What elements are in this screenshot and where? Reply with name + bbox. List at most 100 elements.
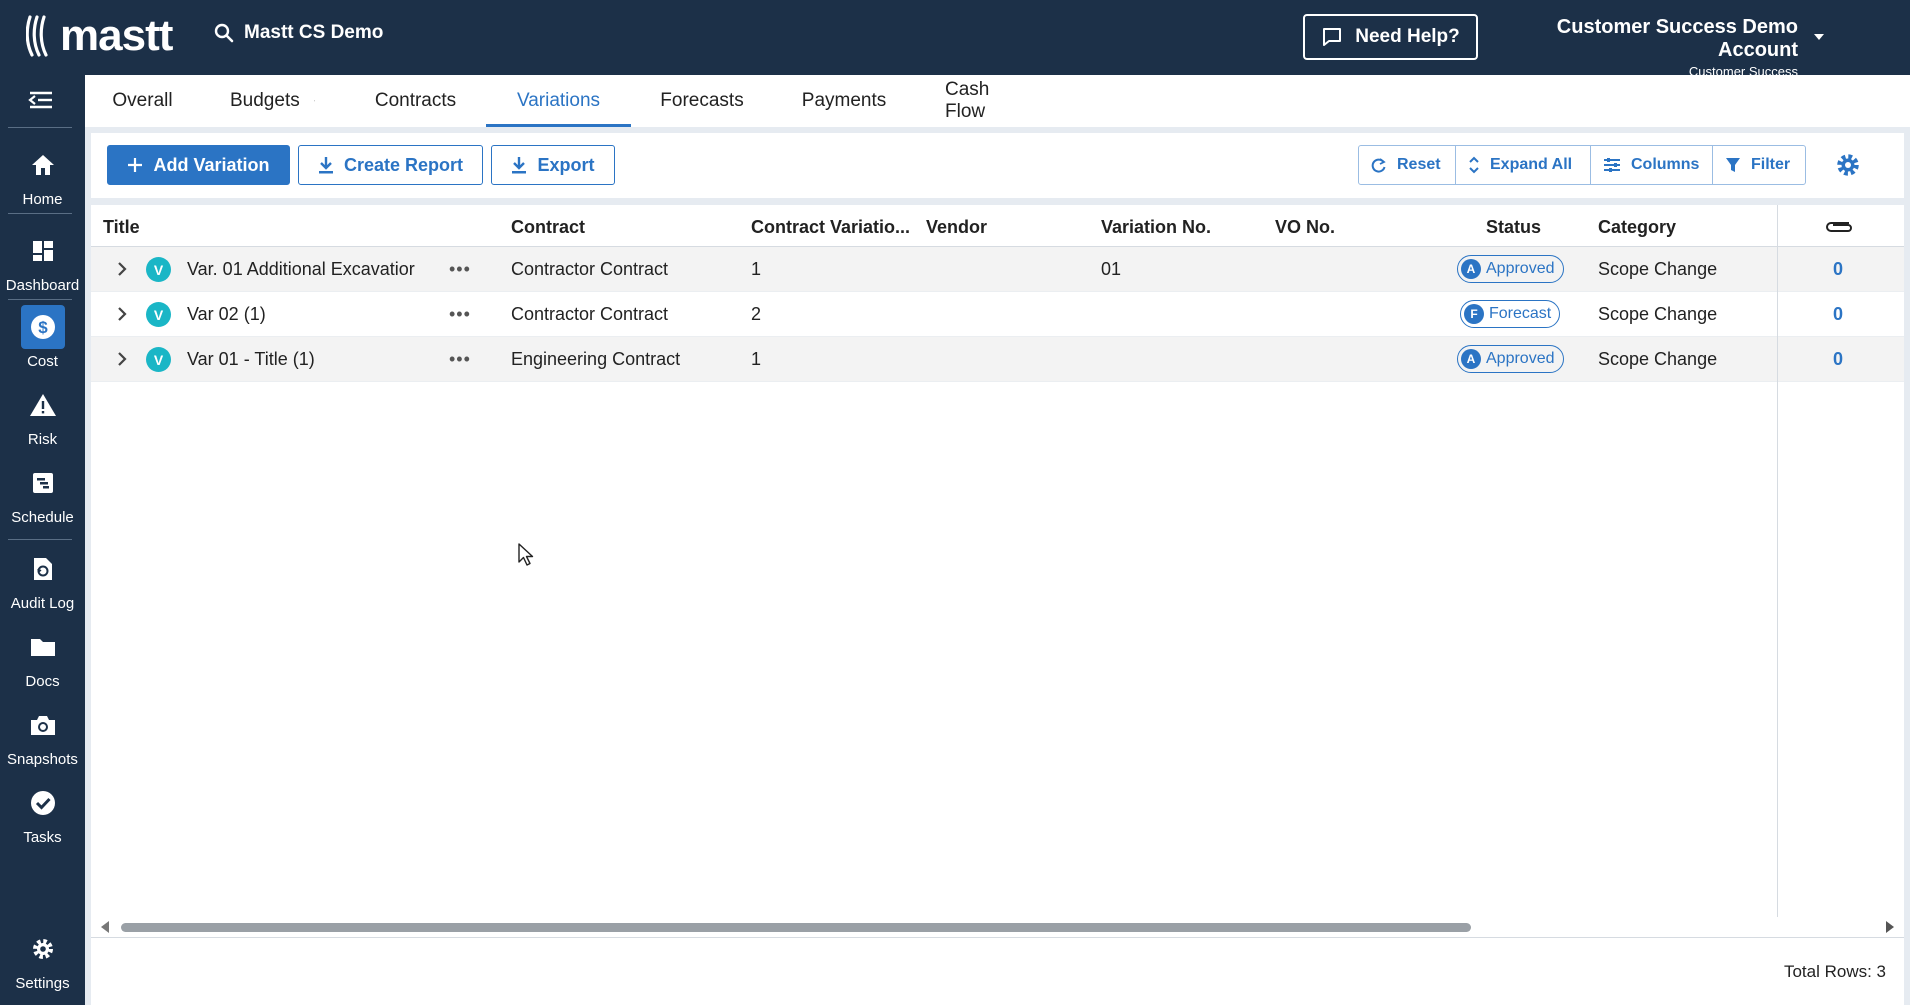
mastt-logo-icon — [26, 15, 48, 57]
column-header-variation-no[interactable]: Variation No. — [1101, 217, 1211, 238]
column-header-contract[interactable]: Contract — [511, 217, 585, 238]
sidebar-divider — [8, 539, 72, 540]
row-category: Scope Change — [1598, 349, 1718, 369]
chevron-right-icon[interactable] — [116, 350, 128, 368]
chat-icon — [1323, 28, 1342, 46]
column-header-status[interactable]: Status — [1486, 217, 1541, 238]
sidebar-item-docs[interactable]: Docs — [0, 625, 85, 697]
tab-budgets-label: Budgets — [230, 90, 300, 111]
row-title[interactable]: Var 02 (1) — [187, 304, 442, 325]
column-header-title[interactable]: Title — [103, 217, 140, 238]
row-contract-variation: 1 — [751, 259, 762, 279]
row-actions-more-icon[interactable]: ••• — [449, 304, 471, 325]
scroll-right-arrow-icon[interactable] — [1886, 921, 1894, 933]
row-variation-no: 01 — [1101, 259, 1122, 279]
sidebar-item-cost[interactable]: $ Cost — [0, 305, 85, 377]
search-icon — [214, 23, 234, 43]
row-title[interactable]: Var. 01 Additional Excavatior — [187, 259, 442, 280]
chevron-right-icon[interactable] — [116, 305, 128, 323]
export-button[interactable]: Export — [491, 145, 615, 185]
sidebar-item-home[interactable]: Home — [0, 143, 85, 215]
tab-contracts[interactable]: Contracts — [345, 75, 486, 127]
chevron-right-icon[interactable] — [116, 260, 128, 278]
horizontal-scrollbar[interactable] — [91, 917, 1904, 937]
grid-footer: Total Rows: 3 — [91, 937, 1904, 1005]
column-header-vendor[interactable]: Vendor — [926, 217, 987, 238]
pinned-column-divider — [1777, 205, 1778, 917]
need-help-button[interactable]: Need Help? — [1303, 14, 1478, 60]
tab-forecasts[interactable]: Forecasts — [631, 75, 773, 127]
sidebar-item-risk[interactable]: Risk — [0, 383, 85, 455]
mouse-cursor-icon — [518, 543, 534, 566]
reset-button[interactable]: Reset — [1359, 146, 1456, 184]
audit-log-icon — [33, 558, 52, 580]
row-attachments-count[interactable]: 0 — [1833, 259, 1843, 280]
row-attachments-count[interactable]: 0 — [1833, 304, 1843, 325]
column-header-contract-variation[interactable]: Contract Variatio... — [751, 217, 910, 238]
row-title[interactable]: Var 01 - Title (1) — [187, 349, 442, 370]
project-name: Mastt CS Demo — [244, 22, 384, 43]
sidebar-item-settings[interactable]: Settings — [0, 927, 85, 999]
sidebar-divider — [8, 213, 72, 214]
tab-budgets[interactable]: Budgets — [200, 75, 345, 127]
sidebar-item-tasks[interactable]: Tasks — [0, 781, 85, 853]
row-actions-more-icon[interactable]: ••• — [449, 259, 471, 280]
tab-payments[interactable]: Payments — [773, 75, 915, 127]
mastt-logo[interactable]: mastt — [26, 11, 173, 60]
row-contract: Engineering Contract — [511, 349, 681, 369]
caret-down-icon — [1814, 34, 1824, 40]
row-attachments-count[interactable]: 0 — [1833, 349, 1843, 370]
row-category: Scope Change — [1598, 304, 1718, 324]
sidebar-item-snapshots[interactable]: Snapshots — [0, 703, 85, 775]
scroll-left-arrow-icon[interactable] — [101, 921, 109, 933]
variation-type-badge: V — [146, 302, 171, 327]
add-variation-label: Add Variation — [153, 154, 270, 175]
status-letter: F — [1464, 304, 1484, 324]
expand-all-label: Expand All — [1490, 156, 1573, 173]
row-actions-more-icon[interactable]: ••• — [449, 349, 471, 370]
columns-button[interactable]: Columns — [1591, 146, 1713, 184]
create-report-button[interactable]: Create Report — [298, 145, 483, 185]
variations-grid: Title Contract Contract Variatio... Vend… — [91, 205, 1904, 1005]
toolbar: Add Variation Create Report Export Reset… — [91, 133, 1904, 198]
project-search[interactable]: Mastt CS Demo — [214, 22, 383, 44]
table-row[interactable]: V Var 01 - Title (1) ••• Engineering Con… — [91, 337, 1904, 382]
row-contract: Contractor Contract — [511, 304, 669, 324]
plus-icon — [128, 158, 143, 172]
status-badge: F Forecast — [1460, 300, 1561, 328]
folder-icon — [30, 639, 55, 656]
row-contract-variation: 2 — [751, 304, 762, 324]
grid-settings-gear-icon[interactable] — [1834, 151, 1862, 179]
sidebar-item-audit-log[interactable]: Audit Log — [0, 547, 85, 619]
sidebar-item-label: Dashboard — [5, 277, 80, 294]
tab-variations[interactable]: Variations — [486, 75, 631, 127]
expand-all-button[interactable]: Expand All — [1456, 146, 1591, 184]
variation-type-badge: V — [146, 347, 171, 372]
sidebar-item-schedule[interactable]: Schedule — [0, 461, 85, 533]
filter-label: Filter — [1751, 156, 1791, 173]
sidebar-item-label: Tasks — [23, 829, 62, 846]
columns-label: Columns — [1631, 156, 1700, 173]
row-category: Scope Change — [1598, 259, 1718, 279]
scrollbar-thumb[interactable] — [121, 923, 1471, 932]
table-row[interactable]: V Var 02 (1) ••• Contractor Contract 2 F… — [91, 292, 1904, 337]
sidebar-item-dashboard[interactable]: Dashboard — [0, 229, 85, 301]
menu-collapse-icon[interactable] — [28, 89, 54, 111]
svg-text:$: $ — [38, 318, 48, 337]
filter-button[interactable]: Filter — [1713, 146, 1805, 184]
account-menu[interactable]: Customer Success Demo Account Customer S… — [1500, 16, 1840, 79]
gear-icon — [32, 939, 53, 959]
reset-label: Reset — [1397, 156, 1441, 173]
sidebar-item-label: Risk — [27, 431, 58, 448]
tab-overall[interactable]: Overall — [85, 75, 200, 127]
column-header-vo-no[interactable]: VO No. — [1275, 217, 1335, 238]
main-content: Overall Budgets Contracts Variations For… — [85, 75, 1910, 1005]
table-row[interactable]: V Var. 01 Additional Excavatior ••• Cont… — [91, 247, 1904, 292]
column-header-category[interactable]: Category — [1598, 217, 1676, 238]
check-circle-icon — [30, 791, 55, 815]
total-rows: Total Rows: 3 — [1783, 962, 1886, 981]
paperclip-icon — [1826, 222, 1852, 232]
add-variation-button[interactable]: Add Variation — [107, 145, 290, 185]
tab-cash-flow[interactable]: Cash Flow — [915, 75, 1057, 127]
download-icon — [512, 157, 527, 174]
